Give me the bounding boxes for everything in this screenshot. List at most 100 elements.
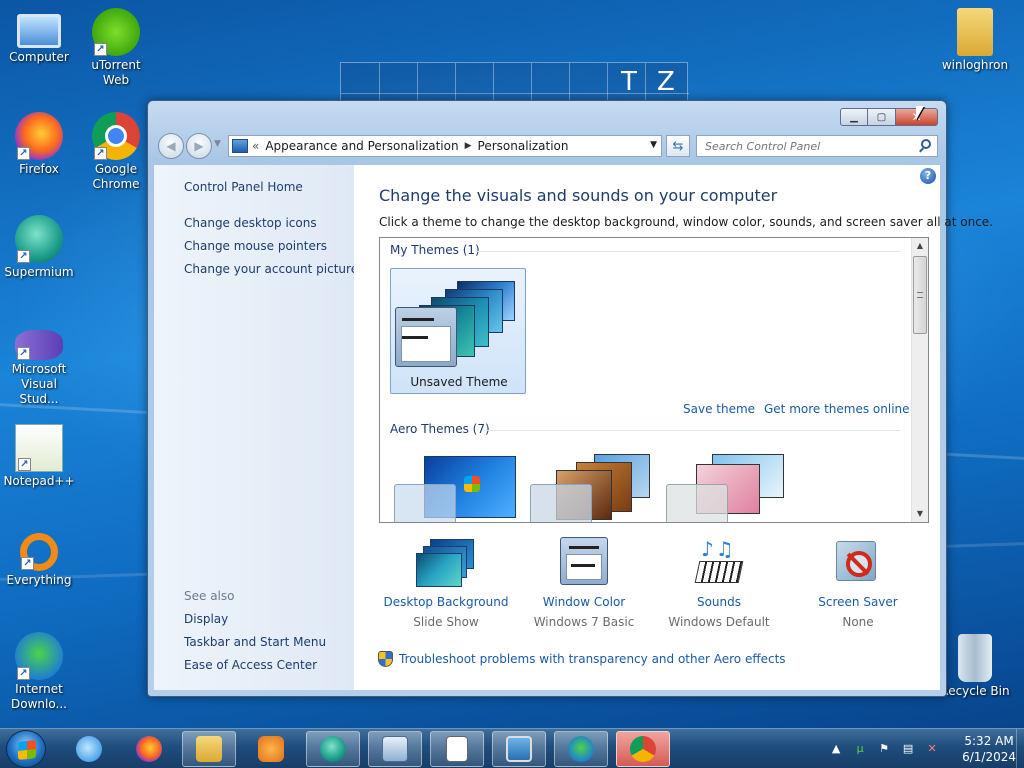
ease-of-access-link[interactable]: Ease of Access Center [184,658,317,672]
desktop-icon-utorrent[interactable]: ↗ uTorrent Web [77,8,155,88]
bg-window-letter: T [621,67,637,97]
address-overflow-chevron[interactable]: « [252,139,259,153]
troubleshoot-label: Troubleshoot problems with transparency … [399,652,786,666]
theme-unsaved[interactable]: Unsaved Theme [390,268,526,394]
get-more-themes-link[interactable]: Get more themes online [764,402,910,416]
taskbar-start-menu-link[interactable]: Taskbar and Start Menu [184,635,326,649]
window-color-option[interactable]: Window Color Windows 7 Basic [516,537,652,629]
back-button[interactable]: ◀ [158,133,184,159]
clock-time: 5:32 AM [964,734,1014,748]
background-window[interactable]: T Z [340,62,689,105]
desktop-icon-everything[interactable]: ↗ Everything [0,528,78,588]
windows-logo-icon [18,740,36,760]
change-account-picture-link[interactable]: Change your account picture [184,262,358,276]
desktop-icon-recycle-bin[interactable]: Recycle Bin [936,632,1014,699]
volume-muted-icon[interactable]: ✕ [924,741,940,757]
firefox-icon [136,736,162,762]
desktop-icon-winloghron[interactable]: winloghron [936,8,1014,73]
see-also-header: See also [184,589,235,603]
personalization-window[interactable]: ▁ ▢ ✕ ◀ ▶ ▼ « Appearance and Personaliza… [147,100,993,697]
taskbar-firefox[interactable] [122,731,176,767]
recycle-bin-icon [958,634,992,682]
search-box[interactable] [696,135,938,157]
show-desktop-button[interactable] [1016,729,1024,768]
taskbar-internet-download-manager[interactable] [554,731,608,767]
window-color-label: Window Color [542,595,626,609]
taskbar-image-viewer[interactable] [492,731,546,767]
network-icon[interactable]: ▤ [900,741,916,757]
taskbar-supermium[interactable] [306,731,360,767]
minimize-button[interactable]: ▁ [840,108,868,126]
window-color-preview [530,484,592,522]
change-desktop-icons-link[interactable]: Change desktop icons [184,216,317,230]
breadcrumb-separator-icon[interactable]: ▶ [465,141,472,151]
address-bar[interactable]: « Appearance and Personalization ▶ Perso… [228,135,662,157]
desktop-icon-supermium[interactable]: ↗ Supermium [0,215,78,280]
search-input[interactable] [697,136,907,156]
sounds-option[interactable]: ♪♫ Sounds Windows Default [651,537,787,629]
search-icon[interactable] [921,139,931,149]
start-button[interactable] [6,730,46,768]
desktop-background-option[interactable]: Desktop Background Slide Show [378,537,514,629]
firefox-icon: ↗ [15,112,63,160]
windows-logo-icon [464,476,480,492]
desktop-icon-idm[interactable]: ↗ Internet Downlo... [0,632,78,712]
save-theme-link[interactable]: Save theme [683,402,755,416]
screen-saver-option[interactable]: Screen Saver None [790,537,926,629]
my-themes-header: My Themes (1) [390,243,480,257]
clock-date: 6/1/2024 [962,750,1016,764]
sounds-value: Windows Default [668,615,770,629]
theme-list-scrollbar[interactable]: ▲ ▼ [911,238,928,522]
aero-themes-header: Aero Themes (7) [390,422,490,436]
action-center-flag-icon[interactable]: ⚑ [876,741,892,757]
breadcrumb-appearance[interactable]: Appearance and Personalization [265,139,458,153]
address-dropdown-icon[interactable]: ▼ [650,140,657,150]
utorrent-tray-icon[interactable]: μ [852,741,868,757]
desktop-background-icon [416,537,476,589]
taskbar-media-player[interactable] [244,731,298,767]
show-hidden-icons-icon[interactable]: ▲ [828,741,844,757]
maximize-button[interactable]: ▢ [868,108,896,126]
taskbar-chrome[interactable] [616,731,670,767]
desktop-icon-label: Internet Downlo... [11,682,67,711]
desktop-icon-visual-studio[interactable]: ↗ Microsoft Visual Stud... [0,320,78,407]
control-panel-icon [382,736,408,762]
desktop-icon-computer[interactable]: Computer [0,8,78,65]
taskbar-internet-explorer[interactable] [62,731,116,767]
help-icon[interactable]: ? [920,168,936,184]
taskbar-notepad[interactable] [430,731,484,767]
chrome-icon: ↗ [92,112,140,160]
desktop-background-label: Desktop Background [383,595,509,609]
taskbar-control-panel[interactable] [368,731,422,767]
refresh-button[interactable]: ⇆ [666,135,690,157]
control-panel-home-link[interactable]: Control Panel Home [184,180,303,194]
desktop-icon-chrome[interactable]: ↗ Google Chrome [77,112,155,192]
internet-explorer-icon [76,736,102,762]
window-color-preview [395,307,457,367]
clock[interactable]: 5:32 AM 6/1/2024 [962,733,1016,765]
sounds-label: Sounds [696,595,742,609]
recent-pages-dropdown[interactable]: ▼ [214,139,221,149]
desktop-icon-label: Supermium [4,265,74,279]
desktop-background-value: Slide Show [413,615,479,629]
bg-window-letter: Z [657,67,675,97]
taskbar-explorer[interactable] [182,731,236,767]
forward-button[interactable]: ▶ [186,133,212,159]
theme-list[interactable]: My Themes (1) Unsaved Theme Save theme G… [379,237,929,523]
scroll-thumb[interactable] [913,256,927,334]
back-arrow-icon: ◀ [166,139,176,153]
display-link[interactable]: Display [184,612,228,626]
scroll-up-icon[interactable]: ▲ [912,238,928,254]
taskbar: ▲ μ ⚑ ▤ ✕ 5:32 AM 6/1/2024 [0,728,1024,768]
notepad-icon [446,736,468,762]
desktop-icon-notepadpp[interactable]: ↗ Notepad++ [0,424,78,489]
internet-download-manager-icon [568,736,594,762]
scroll-down-icon[interactable]: ▼ [912,506,928,522]
folder-icon [196,736,222,762]
page-subtitle: Click a theme to change the desktop back… [379,215,993,229]
troubleshoot-link[interactable]: Troubleshoot problems with transparency … [378,651,786,667]
breadcrumb-personalization[interactable]: Personalization [478,139,569,153]
desktop-icon-firefox[interactable]: ↗ Firefox [0,112,78,177]
change-mouse-pointers-link[interactable]: Change mouse pointers [184,239,327,253]
control-panel-icon [232,139,248,153]
